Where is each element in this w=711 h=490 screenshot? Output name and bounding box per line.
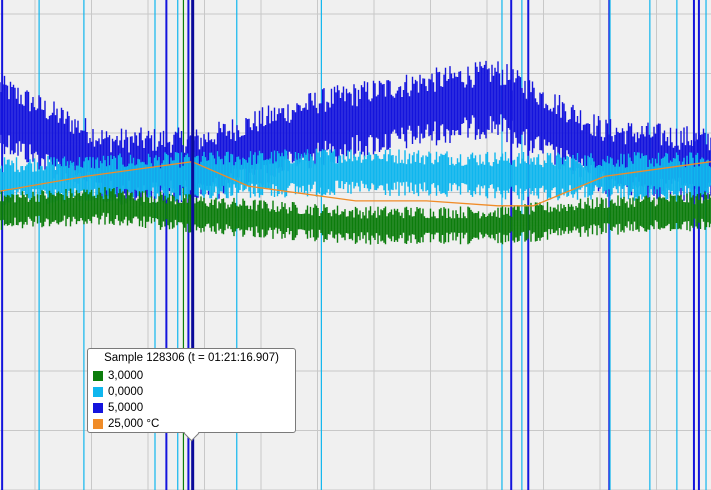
tooltip-entry-1: 3,0000 xyxy=(93,369,143,383)
tooltip-value-2: 0,0000 xyxy=(108,386,144,398)
tooltip-entry-4: 25,000 °C xyxy=(93,417,159,431)
legend-swatch-blue xyxy=(93,403,103,413)
tooltip-title: Sample 128306 (t = 01:21:16.907) xyxy=(104,352,279,364)
legend-swatch-cyan xyxy=(93,387,103,397)
tooltip-entry-3: 5,0000 xyxy=(93,401,143,415)
legend-swatch-orange xyxy=(93,419,103,429)
tooltip-value-3: 5,0000 xyxy=(108,402,144,414)
tooltip-value-4: 25,000 °C xyxy=(108,418,160,430)
chart-area[interactable]: Sample 128306 (t = 01:21:16.907) 3,0000 … xyxy=(0,0,711,490)
legend-swatch-green xyxy=(93,371,103,381)
sample-tooltip: Sample 128306 (t = 01:21:16.907) 3,0000 … xyxy=(87,348,296,442)
tooltip-entry-2: 0,0000 xyxy=(93,385,143,399)
tooltip-value-1: 3,0000 xyxy=(108,370,144,382)
